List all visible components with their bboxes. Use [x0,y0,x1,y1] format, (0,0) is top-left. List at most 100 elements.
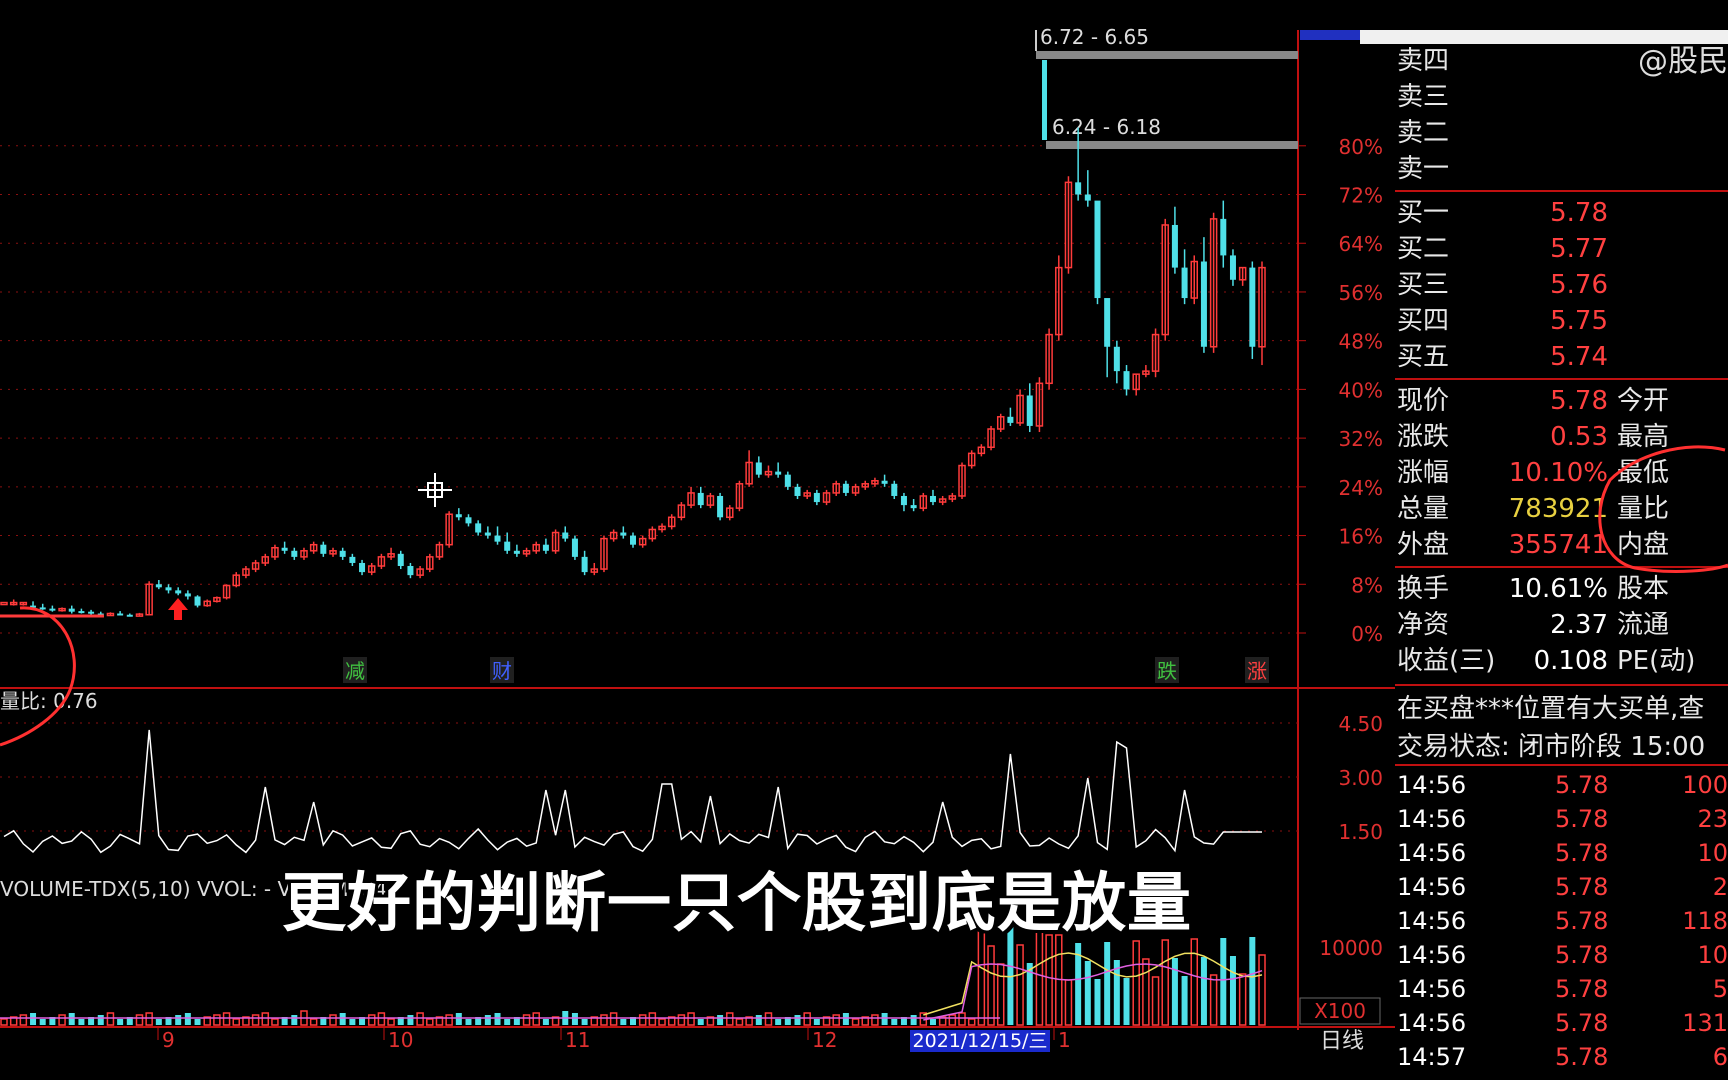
price-tick-label: 32% [1339,427,1383,451]
volume-bar [581,1019,588,1025]
candle-body [39,607,46,610]
sell-row: 卖四 [1395,44,1728,78]
candle-body [49,608,56,611]
candle-body [504,541,511,551]
fundamental-row: 净资 2.37 流通 [1395,608,1728,642]
x-tick-label: 10 [388,1028,413,1052]
trade-status: 交易状态: 闭市阶段 15:00 [1397,732,1706,762]
candle-body [165,587,172,591]
candle-body [1181,267,1188,299]
tick-volume: 10 [1697,941,1728,969]
volume-bar [755,1015,762,1025]
tick-price: 5.78 [1555,1043,1609,1071]
volume-bar [697,1019,704,1025]
candle-body [320,544,327,554]
volume-bar [407,1015,414,1025]
volume-bar [1016,944,1024,1026]
volume-bar [251,1014,260,1026]
candle-body [794,486,801,496]
buy-row: 买五 5.74 [1395,340,1728,374]
volume-bar [261,1012,270,1026]
tick-time: 14:56 [1397,907,1467,935]
volume-bar [309,1018,318,1026]
tick-time: 14:56 [1397,941,1467,969]
volume-tick-label: 10000 [1319,936,1383,960]
tick-row: 14:56 5.78 131 [1397,1006,1728,1040]
volume-bar [1064,979,1073,1026]
candle-body [775,471,782,475]
volume-bar [465,1019,472,1025]
fundamental-label-2: 流通 [1617,610,1670,640]
tick-price: 5.78 [1555,1009,1609,1037]
panel-separator [1395,378,1728,380]
volume-bar [542,1019,549,1025]
volume-bar [222,1012,231,1026]
tick-volume: 10 [1697,839,1728,867]
buy-price: 5.78 [1550,198,1608,228]
candle-body [755,462,762,475]
volume-bar [68,1013,75,1025]
level-label-upper: 6.72 - 6.65 [1040,25,1149,49]
volume-bar [735,1018,744,1026]
volume-bar [794,1015,801,1025]
candle-body [291,550,298,557]
volume-bar [600,1014,608,1026]
x-tick-label: 9 [162,1028,175,1052]
buy-label: 买四 [1397,306,1450,336]
volume-bar [271,1018,279,1026]
fundamental-label: 净资 [1397,610,1450,640]
volume-bar [967,1018,976,1026]
candle-body [1123,371,1130,390]
price-tick-label: 64% [1339,232,1383,256]
volume-bar [484,1015,491,1025]
volume-bar [30,1013,37,1025]
volume-bar [145,1012,153,1026]
volume-ratio-line [3,729,1262,854]
resistance-level-upper [1036,51,1298,59]
spike-candle [1042,60,1047,140]
volume-bar [39,1019,46,1025]
candle-body [397,553,404,567]
annotation-circle-left [0,606,76,747]
candle-body [455,514,462,518]
volume-bar [832,1014,840,1026]
candle-body [1007,416,1014,423]
volume-bar [106,1012,115,1026]
buy-label: 买二 [1397,234,1450,264]
sell-label: 卖四 [1397,46,1450,76]
tick-volume: 6 [1712,1043,1728,1071]
volume-bar [1132,940,1140,1026]
price-tick-label: 8% [1351,573,1383,597]
volume-bar [1229,956,1236,1025]
candle-body [717,495,724,518]
volume-bar [1084,961,1091,1025]
candle-body [465,517,472,524]
video-subtitle: 更好的判断一只个股到底是放量 [282,867,1192,941]
ratio-tick-label: 1.50 [1338,820,1383,844]
candle-body [630,535,636,545]
volume-ratio-label: 量比: 0.76 [0,689,98,713]
volume-bar [996,963,1005,1026]
fundamental-label-2: PE(动) [1617,646,1696,676]
candle-body [88,611,95,614]
tick-time: 14:56 [1397,1009,1467,1037]
volume-bar [958,1012,966,1026]
candle-body [175,590,182,594]
buy-arrow-icon [168,598,188,620]
fundamental-value: 2.37 [1550,610,1608,640]
volume-bar [416,1012,424,1026]
x-tick-label: 12 [812,1028,837,1052]
tick-time: 14:56 [1397,805,1467,833]
volume-bar [842,1013,849,1025]
volume-bar [1220,938,1227,1025]
candle-body [1171,224,1178,268]
tick-row: 14:56 5.78 100 [1397,768,1728,802]
tick-row: 14:56 5.78 118 [1397,904,1728,938]
volume-bar [1151,976,1160,1026]
candle-body [117,613,124,616]
volume-bar [135,1014,144,1026]
sell-label: 卖二 [1397,118,1450,148]
tick-time: 14:56 [1397,839,1467,867]
volume-bar [329,1014,337,1026]
tick-volume: 5 [1712,975,1728,1003]
